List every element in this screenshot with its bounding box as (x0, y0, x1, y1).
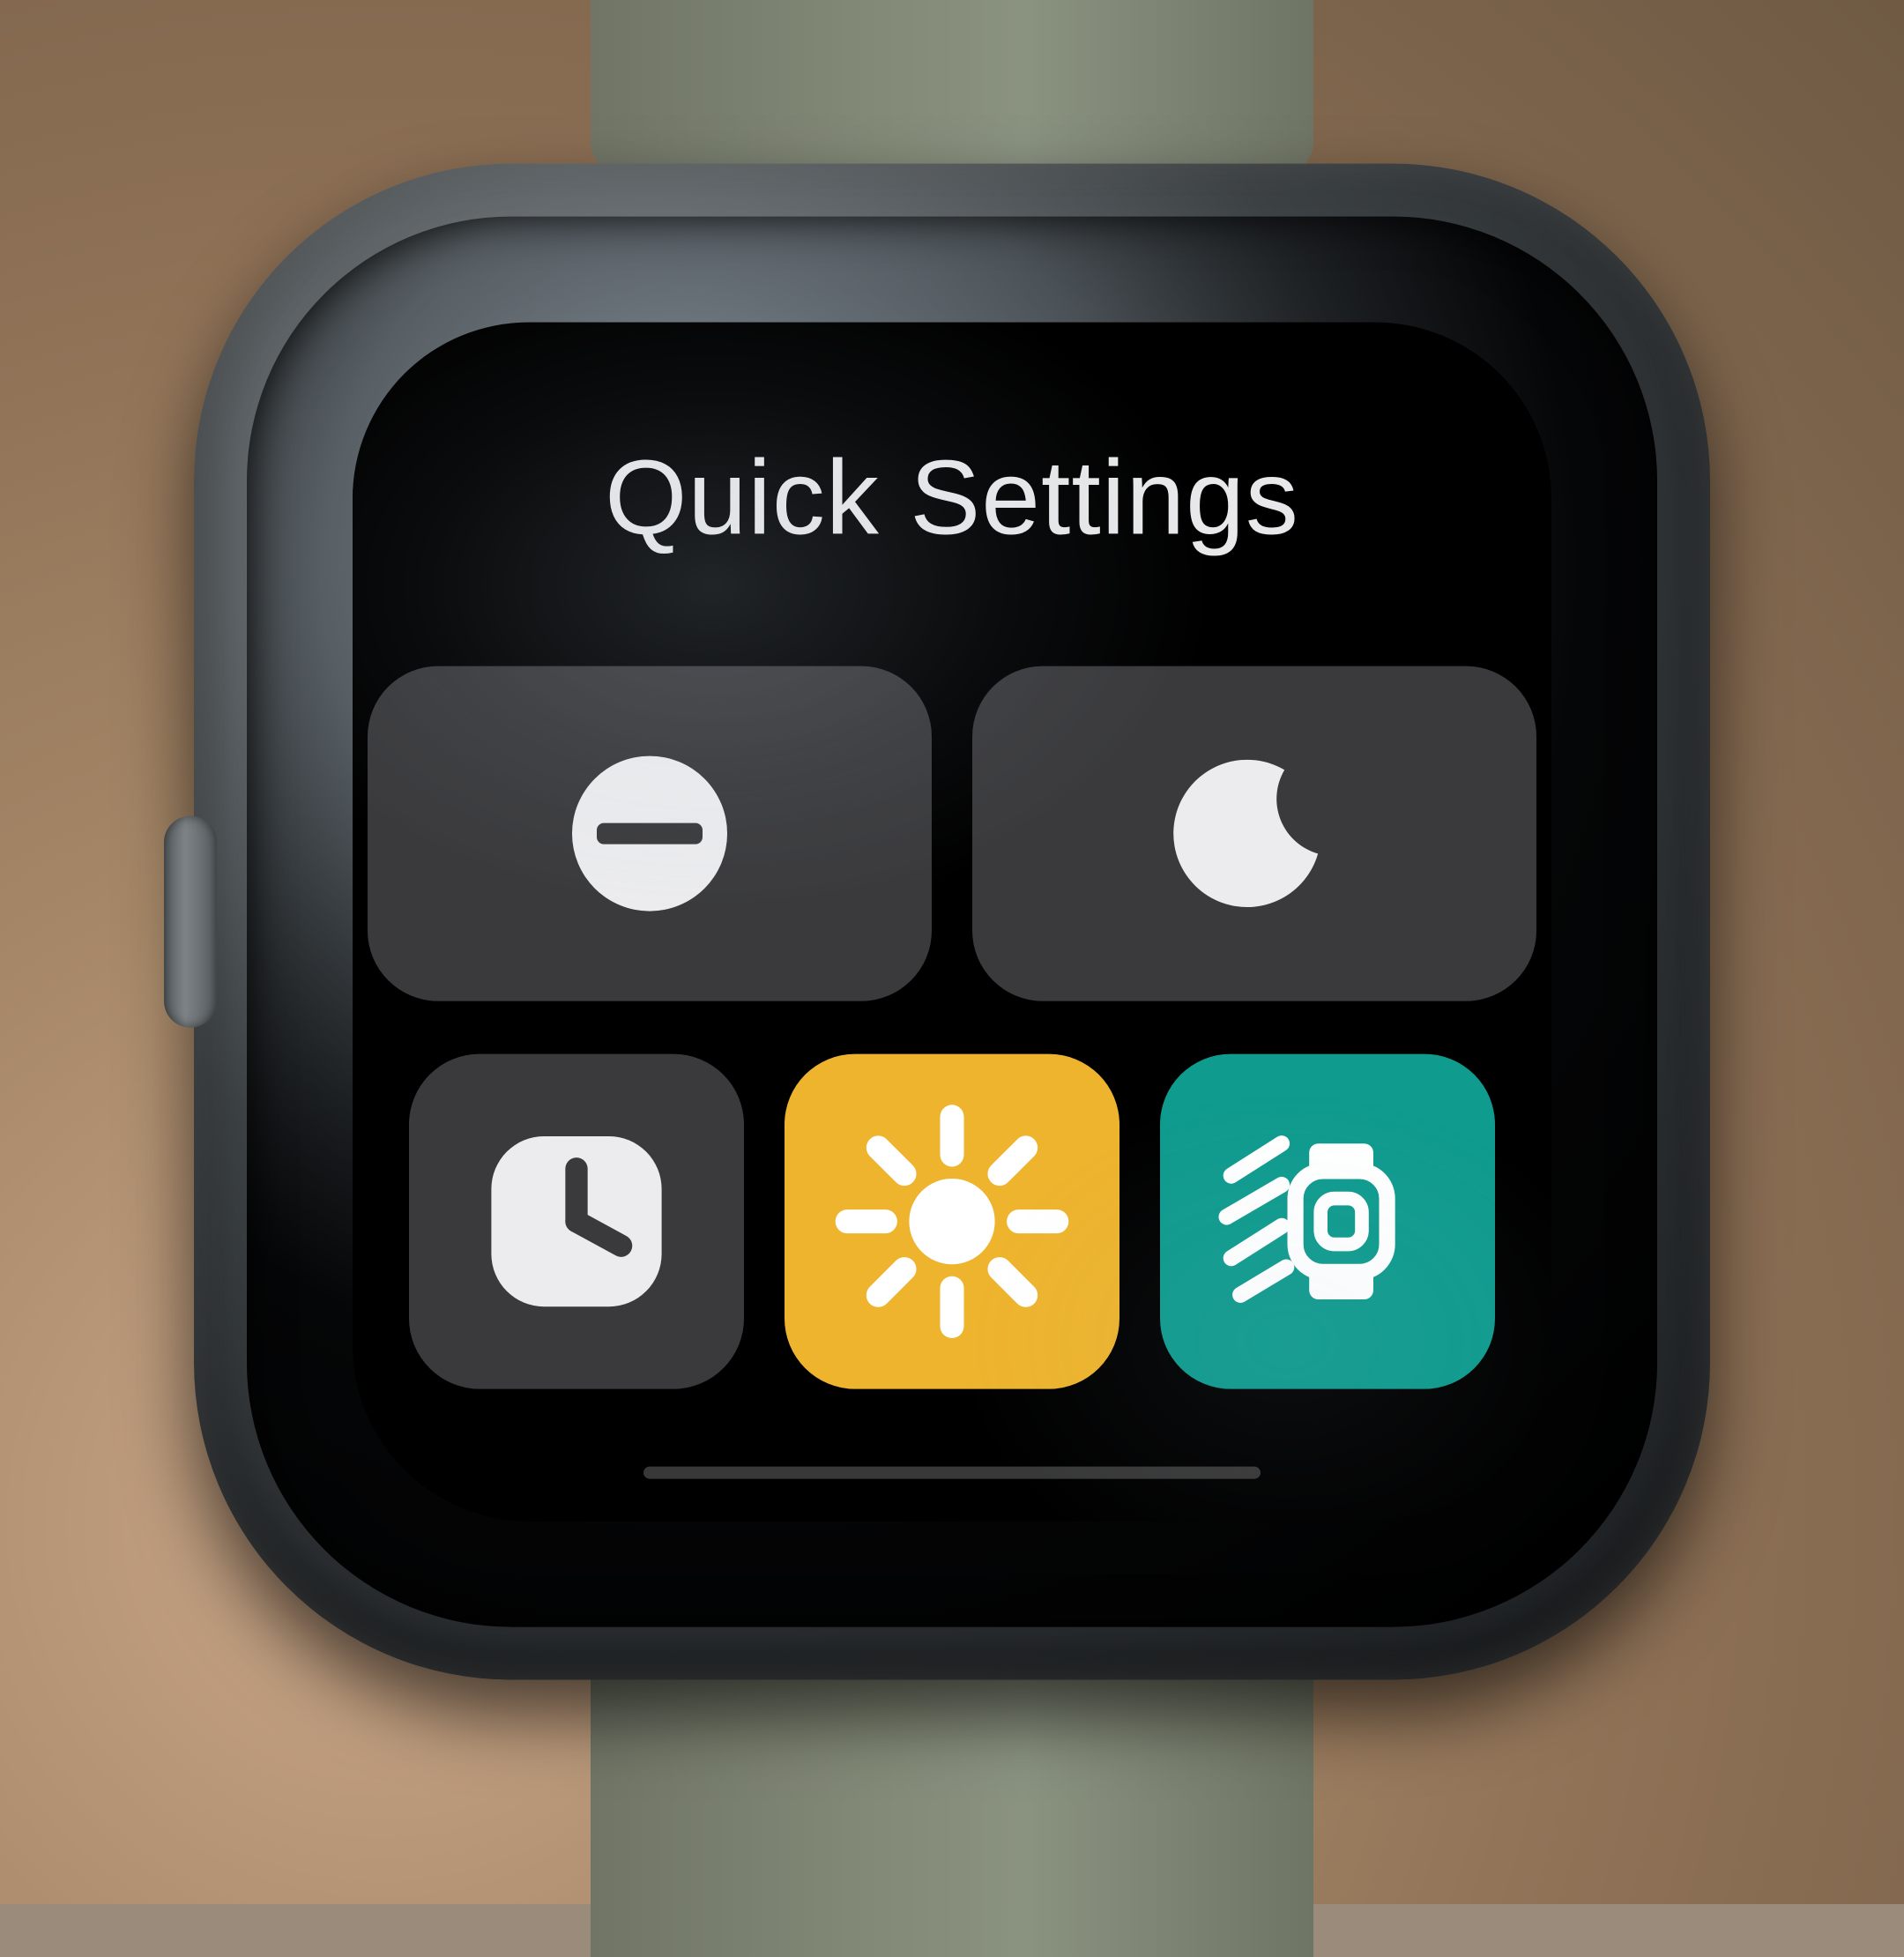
screen-wake-tile[interactable] (1160, 1054, 1495, 1389)
watch-band-top (591, 0, 1313, 176)
tile-row-1 (353, 666, 1551, 1001)
side-button[interactable] (164, 816, 217, 1028)
watch-bezel: Quick Settings (247, 217, 1657, 1627)
watch-body: Quick Settings (194, 164, 1710, 1680)
swipe-indicator (643, 1467, 1261, 1479)
tile-row-2 (353, 1054, 1551, 1389)
brightness-tile[interactable] (785, 1054, 1119, 1389)
moon-icon (1171, 750, 1338, 918)
watch-screen[interactable]: Quick Settings (353, 323, 1551, 1522)
wrist-background: Quick Settings (0, 0, 1904, 1904)
clock-icon (475, 1120, 678, 1323)
sun-icon (833, 1103, 1071, 1341)
do-not-disturb-icon (562, 746, 738, 922)
always-on-display-tile[interactable] (409, 1054, 744, 1389)
watch-band-bottom (591, 1640, 1313, 1957)
sleep-mode-tile[interactable] (972, 666, 1536, 1001)
dnd-tile[interactable] (368, 666, 932, 1001)
page-title: Quick Settings (353, 437, 1551, 559)
raise-to-wake-icon (1213, 1107, 1442, 1336)
